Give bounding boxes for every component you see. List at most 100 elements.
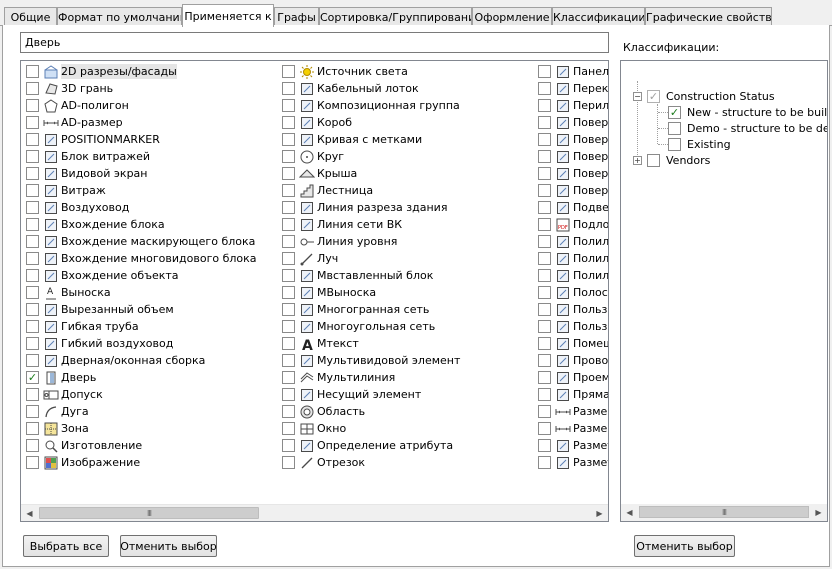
- object-type-item[interactable]: Вырезанный объем: [26, 301, 174, 318]
- item-checkbox[interactable]: [282, 150, 295, 163]
- item-checkbox[interactable]: [538, 269, 551, 282]
- item-checkbox[interactable]: [538, 252, 551, 265]
- item-checkbox[interactable]: [26, 422, 39, 435]
- object-type-item[interactable]: Лестница: [282, 182, 373, 199]
- object-type-item[interactable]: Вхождение объекта: [26, 267, 179, 284]
- expand-icon[interactable]: +: [633, 155, 642, 165]
- object-type-item[interactable]: Вхождение блока: [26, 216, 165, 233]
- object-type-item[interactable]: Гибкая труба: [26, 318, 139, 335]
- item-checkbox[interactable]: [282, 422, 295, 435]
- object-type-item[interactable]: Помещ: [538, 335, 608, 352]
- tab-graphic-properties[interactable]: Графические свойства: [645, 7, 772, 26]
- item-checkbox[interactable]: [538, 116, 551, 129]
- item-checkbox[interactable]: [282, 218, 295, 231]
- tab-sorting-grouping[interactable]: Сортировка/Группирование: [319, 7, 472, 26]
- object-type-item[interactable]: Мультилиния: [282, 369, 395, 386]
- item-checkbox[interactable]: [26, 320, 39, 333]
- object-type-item[interactable]: Полоса: [538, 284, 608, 301]
- object-type-item[interactable]: Размет: [538, 454, 608, 471]
- tree-checkbox[interactable]: [668, 137, 681, 151]
- tree-checkbox[interactable]: [668, 121, 681, 135]
- object-type-item[interactable]: Отрезок: [282, 454, 365, 471]
- object-type-item[interactable]: A Мтекст: [282, 335, 359, 352]
- object-type-item[interactable]: Блок витражей: [26, 148, 150, 165]
- object-type-item[interactable]: Витраж: [26, 182, 106, 199]
- object-type-item[interactable]: Линия разреза здания: [282, 199, 447, 216]
- object-type-item[interactable]: Поверх: [538, 182, 608, 199]
- tree-checkbox[interactable]: ✓: [647, 89, 660, 103]
- object-type-item[interactable]: Полили: [538, 267, 608, 284]
- item-checkbox[interactable]: [26, 405, 39, 418]
- object-type-item[interactable]: Размет: [538, 437, 608, 454]
- item-checkbox[interactable]: [538, 133, 551, 146]
- tab-applies-to[interactable]: Применяется к: [182, 4, 274, 27]
- item-checkbox[interactable]: [538, 422, 551, 435]
- item-checkbox[interactable]: [26, 456, 39, 469]
- object-type-item[interactable]: AD-размер: [26, 114, 123, 131]
- object-type-item[interactable]: Поверх: [538, 165, 608, 182]
- object-type-item[interactable]: A Выноска: [26, 284, 111, 301]
- item-checkbox[interactable]: [538, 218, 551, 231]
- object-filter-input[interactable]: Дверь: [20, 32, 609, 53]
- object-type-item[interactable]: Несущий элемент: [282, 386, 421, 403]
- object-type-item[interactable]: Мультивидовой элемент: [282, 352, 460, 369]
- object-type-item[interactable]: PDF Подлож: [538, 216, 608, 233]
- object-type-item[interactable]: Вхождение многовидового блока: [26, 250, 257, 267]
- item-checkbox[interactable]: [538, 201, 551, 214]
- item-checkbox[interactable]: [26, 184, 39, 197]
- item-checkbox[interactable]: [538, 320, 551, 333]
- item-checkbox[interactable]: [26, 201, 39, 214]
- tree-node-new[interactable]: ✓ New - structure to be built: [663, 104, 827, 120]
- object-type-item[interactable]: Окно: [282, 420, 346, 437]
- item-checkbox[interactable]: [538, 371, 551, 384]
- object-type-item[interactable]: POSITIONMARKER: [26, 131, 160, 148]
- object-type-item[interactable]: МВыноска: [282, 284, 376, 301]
- tree-checkbox[interactable]: [647, 153, 660, 167]
- tab-classifications[interactable]: Классификации: [552, 7, 645, 26]
- item-checkbox[interactable]: [282, 337, 295, 350]
- tree-node-construction-status[interactable]: − ✓ Construction Status: [633, 88, 775, 104]
- tree-node-existing[interactable]: Existing: [663, 136, 731, 152]
- item-checkbox[interactable]: [538, 235, 551, 248]
- item-checkbox[interactable]: [26, 133, 39, 146]
- item-checkbox[interactable]: [538, 286, 551, 299]
- tree-node-vendors[interactable]: + Vendors: [633, 152, 710, 168]
- item-checkbox[interactable]: [282, 252, 295, 265]
- tab-default-format[interactable]: Формат по умолчанию: [57, 7, 182, 26]
- object-type-item[interactable]: ✓ Дверь: [26, 369, 96, 386]
- object-type-item[interactable]: Полили: [538, 250, 608, 267]
- object-type-item[interactable]: Размер: [538, 420, 608, 437]
- item-checkbox[interactable]: [538, 82, 551, 95]
- item-checkbox[interactable]: [282, 201, 295, 214]
- item-checkbox[interactable]: [282, 184, 295, 197]
- item-checkbox[interactable]: [282, 371, 295, 384]
- object-type-item[interactable]: Круг: [282, 148, 344, 165]
- scroll-right-arrow-icon[interactable]: ▶: [591, 505, 608, 521]
- item-checkbox[interactable]: [26, 439, 39, 452]
- object-type-item[interactable]: Изготовление: [26, 437, 142, 454]
- object-type-item[interactable]: Провод: [538, 352, 608, 369]
- item-checkbox[interactable]: [282, 235, 295, 248]
- tree-node-demo[interactable]: Demo - structure to be demolis: [663, 120, 827, 136]
- item-checkbox[interactable]: [282, 456, 295, 469]
- scroll-thumb[interactable]: III: [639, 506, 809, 518]
- item-checkbox[interactable]: [538, 65, 551, 78]
- object-type-item[interactable]: Проем: [538, 369, 608, 386]
- object-type-item[interactable]: Область: [282, 403, 365, 420]
- object-type-item[interactable]: Подвес: [538, 199, 608, 216]
- item-checkbox[interactable]: [26, 218, 39, 231]
- object-type-list[interactable]: 2D разрезы/фасады 3D грань AD-полигон AD-ра…: [20, 60, 609, 522]
- object-type-item[interactable]: Линия уровня: [282, 233, 397, 250]
- object-type-item[interactable]: Дуга: [26, 403, 89, 420]
- item-checkbox[interactable]: [26, 337, 39, 350]
- object-type-item[interactable]: 2D разрезы/фасады: [26, 63, 177, 80]
- object-type-item[interactable]: Допуск: [26, 386, 103, 403]
- object-type-item[interactable]: Дверная/оконная сборка: [26, 352, 205, 369]
- deselect-button[interactable]: Отменить выбор: [120, 535, 217, 557]
- object-type-item[interactable]: Поверх: [538, 114, 608, 131]
- item-checkbox[interactable]: [26, 82, 39, 95]
- object-type-item[interactable]: Полили: [538, 233, 608, 250]
- item-checkbox[interactable]: [538, 150, 551, 163]
- item-checkbox[interactable]: [282, 354, 295, 367]
- item-checkbox[interactable]: [538, 99, 551, 112]
